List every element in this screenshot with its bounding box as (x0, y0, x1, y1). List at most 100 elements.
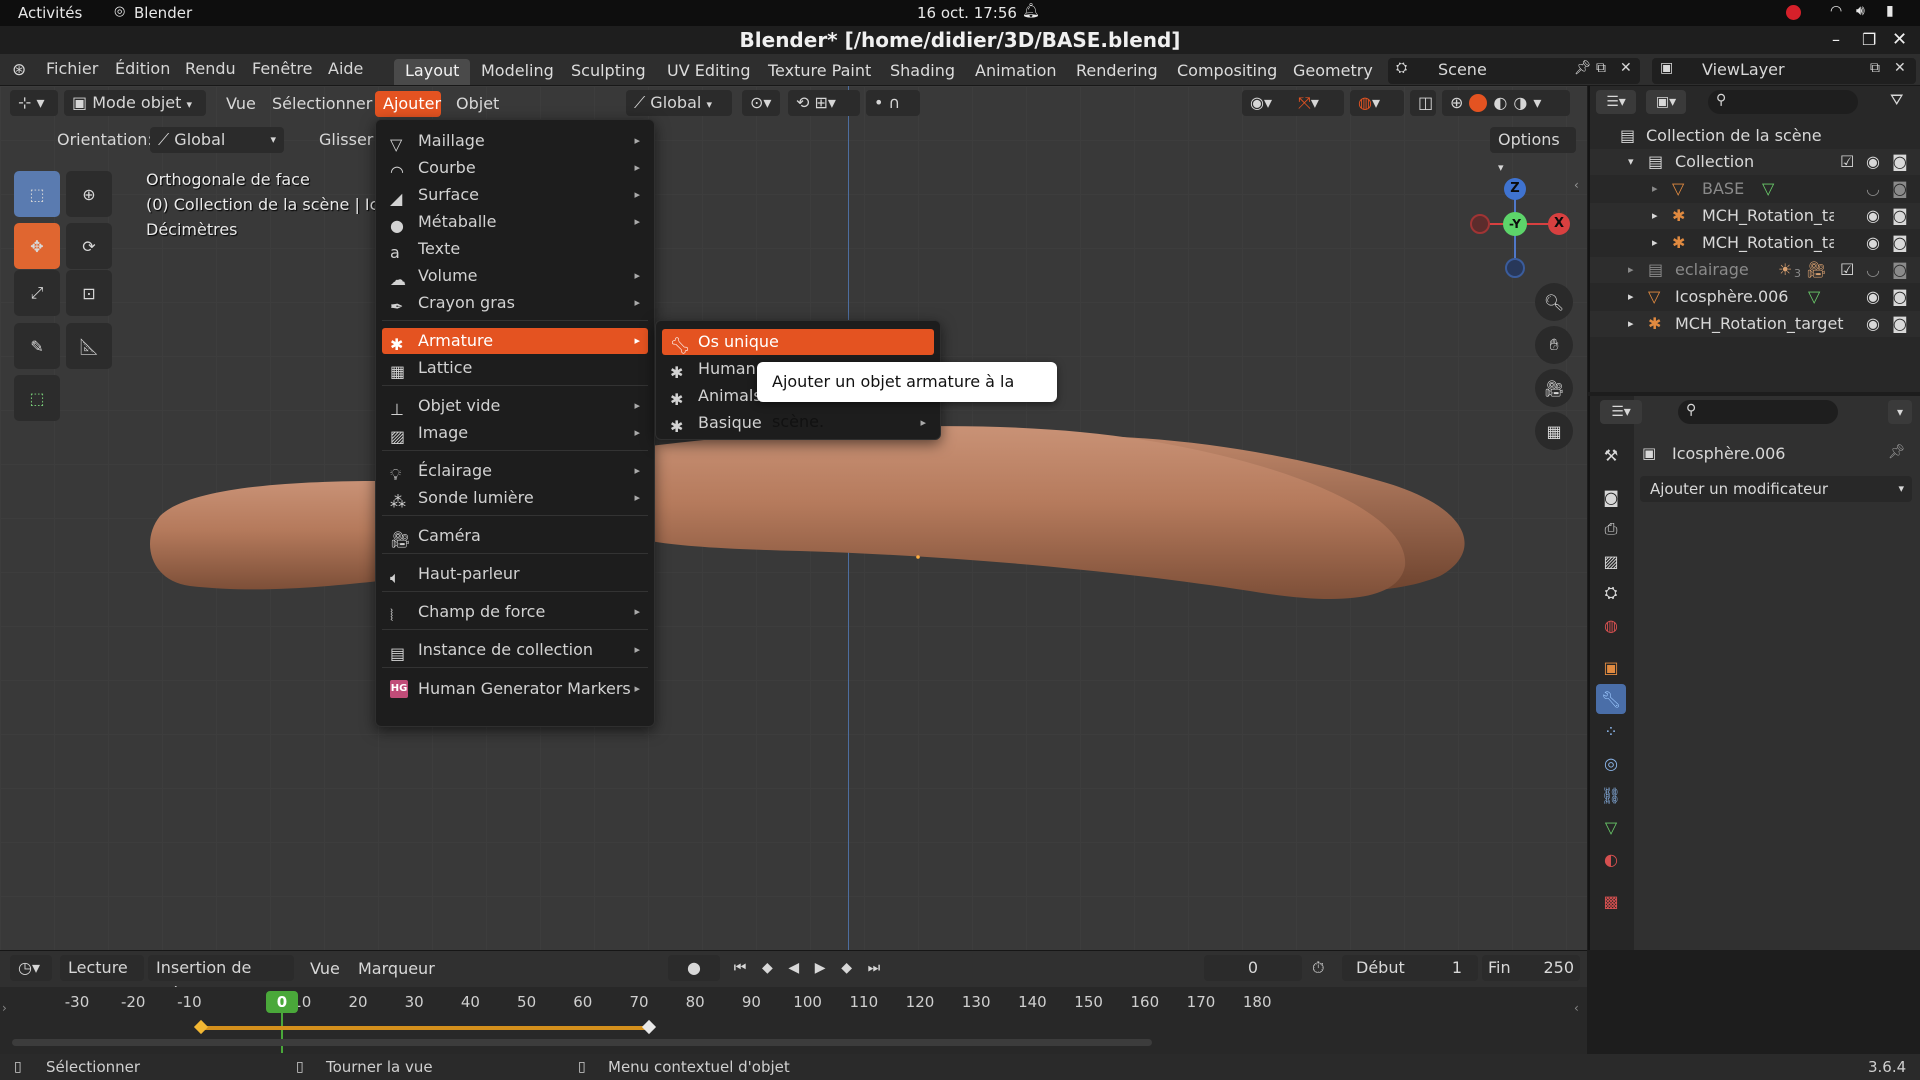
scene-selector[interactable]: ⛭ Scene 📌︎ ⧉ ✕ (1388, 58, 1640, 84)
menu-render[interactable]: Rendu (185, 59, 236, 78)
material-icon[interactable]: ◐ (1493, 90, 1507, 116)
move-tool[interactable]: ✥ (14, 223, 60, 269)
eye-icon[interactable]: ◉ (1866, 149, 1880, 175)
new-scene-icon[interactable]: ⧉ (1596, 60, 1606, 76)
visibility-button[interactable]: ◉▾ (1242, 90, 1296, 116)
eye-icon[interactable]: ◉ (1866, 311, 1880, 337)
solid-shading-icon[interactable] (1469, 94, 1488, 112)
render-camera-icon[interactable]: ◙ (1892, 230, 1908, 256)
pin-icon[interactable]: 📌︎ (1574, 60, 1592, 76)
menu-item-lattice[interactable]: ▦ Lattice (382, 355, 648, 381)
tab-physics[interactable]: ◎ (1596, 748, 1626, 778)
transform-orientation-dropdown[interactable]: ⟋ Global ▾ (626, 90, 732, 116)
tab-texture[interactable]: ▩ (1596, 886, 1626, 916)
tab-tool[interactable]: ⚒ (1596, 440, 1626, 470)
menu-item-volume[interactable]: ☁ Volume ▸ (382, 263, 648, 289)
properties-options-dropdown[interactable]: ▾ (1888, 400, 1912, 424)
menu-select[interactable]: Sélectionner (272, 94, 372, 113)
tab-particles[interactable]: ⁘ (1596, 716, 1626, 746)
render-camera-icon[interactable]: ◙ (1892, 257, 1908, 283)
menu-view[interactable]: Vue (226, 94, 256, 113)
render-camera-icon[interactable]: ◙ (1892, 284, 1908, 310)
camera-view-button[interactable]: 🎥︎ (1535, 369, 1573, 407)
delete-viewlayer-icon[interactable]: ✕ (1894, 60, 1906, 76)
outliner-editor-type[interactable]: ☰▾ (1596, 90, 1636, 114)
tab-rendering[interactable]: Rendering (1065, 59, 1169, 85)
start-frame-field[interactable]: Début 1 (1342, 955, 1478, 981)
left-collapse-icon[interactable]: › (2, 1001, 7, 1015)
jump-end-icon[interactable]: ⏭ (868, 955, 881, 981)
3d-viewport[interactable]: ⊹ ▾ ▣ Mode objet ▾ Vue Sélectionner Ajou… (0, 86, 1587, 950)
annotate-tool[interactable]: ✎ (14, 323, 60, 369)
menu-item-champ-de-force[interactable]: ⦚ Champ de force ▸ (382, 599, 648, 625)
menu-add[interactable]: Ajouter (375, 91, 441, 117)
menu-item-courbe[interactable]: ◠ Courbe ▸ (382, 155, 648, 181)
right-collapse-icon[interactable]: ‹ (1574, 1001, 1579, 1015)
tab-animation[interactable]: Animation (964, 59, 1068, 85)
outliner-row-base[interactable]: ▸ ▽ BASE ▽ ◡ ◙ (1590, 176, 1920, 202)
tab-world[interactable]: ◍ (1596, 610, 1626, 640)
play-reverse-icon[interactable]: ◀ (788, 955, 799, 981)
snap-button[interactable]: ⟲ ⊞▾ (788, 90, 860, 116)
gizmo-toggle[interactable]: ⤧▾ (1290, 90, 1344, 116)
eye-icon[interactable]: ◉ (1866, 230, 1880, 256)
menu-object[interactable]: Objet (456, 94, 499, 113)
menu-item-texte[interactable]: a Texte (382, 236, 648, 262)
scale-tool[interactable]: ⤢ (14, 270, 60, 316)
prev-keyframe-icon[interactable]: ◆ (762, 955, 773, 981)
perspective-toggle[interactable]: ▦ (1535, 412, 1573, 450)
minimize-icon[interactable]: – (1832, 26, 1840, 54)
cursor-tool[interactable]: ⊕ (66, 171, 112, 217)
editor-type-button[interactable]: ⊹ ▾ (10, 90, 58, 116)
orientation-dropdown[interactable]: ⟋ Global ▾ (150, 127, 284, 153)
render-camera-icon[interactable]: ◙ (1892, 311, 1908, 337)
gizmo-y-axis[interactable]: -Y (1503, 212, 1527, 236)
timeline-marker-menu[interactable]: Marqueur (358, 959, 435, 978)
transform-tool[interactable]: ⊡ (66, 270, 112, 316)
eye-closed-icon[interactable]: ◡ (1866, 176, 1880, 202)
play-icon[interactable]: ▶ (815, 955, 826, 981)
gizmo-negz-axis[interactable] (1505, 258, 1525, 278)
expand-icon[interactable]: ▸ (1652, 230, 1658, 256)
expand-icon[interactable]: ▾ (1628, 149, 1634, 175)
menu-item-maillage[interactable]: ▽ Maillage ▸ (382, 128, 648, 154)
menu-file[interactable]: Fichier (46, 59, 98, 78)
outliner-row-mch-rotation-2[interactable]: ▸ ✱ MCH_Rotation_ta ◉ ◙ (1590, 230, 1920, 256)
tab-scene[interactable]: ⛭ (1596, 578, 1626, 608)
gizmo-z-axis[interactable]: Z (1504, 178, 1526, 200)
xray-toggle[interactable]: ◫ (1410, 90, 1436, 116)
pin-icon[interactable]: 📌︎ (1888, 444, 1906, 460)
jump-start-icon[interactable]: ⏮ (734, 955, 747, 981)
menu-item-objet-vide[interactable]: ⊥ Objet vide ▸ (382, 393, 648, 419)
timeline-scrollbar[interactable] (12, 1039, 1152, 1046)
checkbox-icon[interactable]: ☑ (1840, 149, 1854, 175)
menu-item-armature[interactable]: ✱ Armature ▸ (382, 328, 648, 354)
menu-item-image[interactable]: ▨ Image ▸ (382, 420, 648, 446)
options-dropdown[interactable]: Options ▾ (1490, 127, 1576, 174)
clock[interactable]: 16 oct. 17:56 (917, 4, 1017, 22)
tab-data[interactable]: ▽ (1596, 812, 1626, 842)
menu-item-crayon-gras[interactable]: ✒ Crayon gras ▸ (382, 290, 648, 316)
menu-item-human-generator[interactable]: HG Human Generator Markers ▸ (382, 676, 648, 702)
tab-shading[interactable]: Shading (879, 59, 966, 85)
tab-compositing[interactable]: Compositing (1166, 59, 1288, 85)
new-viewlayer-icon[interactable]: ⧉ (1870, 60, 1880, 76)
maximize-icon[interactable]: ❐ (1862, 26, 1876, 54)
timer-icon[interactable]: ⏱︎ (1312, 958, 1324, 978)
zoom-button[interactable]: 🔍︎ (1535, 283, 1573, 321)
keying-dropdown[interactable]: Insertion de clés ▾ (148, 955, 294, 1003)
tab-geometry-nodes[interactable]: Geometry N (1282, 59, 1378, 85)
menu-item-metaballe[interactable]: ● Métaballe ▸ (382, 209, 648, 235)
expand-icon[interactable]: ▸ (1628, 284, 1634, 310)
outliner-row-eclairage[interactable]: ▸ ▤ eclairage ☀ 3 🎥︎ ☑ ◡ ◙ (1590, 257, 1920, 283)
app-menu[interactable]: Blender (134, 4, 192, 22)
eye-icon[interactable]: ◉ (1866, 203, 1880, 229)
menu-window[interactable]: Fenêtre (252, 59, 313, 78)
shading-modes[interactable]: ⊕ ◐ ◑ ▾ (1442, 90, 1570, 116)
tab-uv-editing[interactable]: UV Editing (656, 59, 761, 85)
tab-texture-paint[interactable]: Texture Paint (757, 59, 882, 85)
expand-icon[interactable]: ▸ (1652, 203, 1658, 229)
viewlayer-selector[interactable]: ▣ ViewLayer ⧉ ✕ (1652, 58, 1916, 84)
expand-icon[interactable]: ▸ (1628, 311, 1634, 337)
measure-tool[interactable]: 📐︎ (66, 323, 112, 369)
